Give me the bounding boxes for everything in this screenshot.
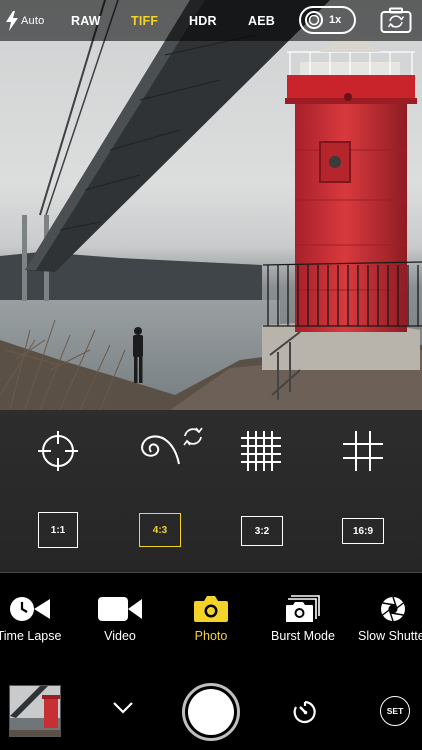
dense-grid-icon[interactable] [240, 430, 282, 472]
timer-icon[interactable] [292, 699, 318, 725]
ratio-16-9-button[interactable]: 16:9 [342, 518, 384, 544]
tiff-format-button[interactable]: TIFF [131, 0, 158, 41]
camera-flip-icon [380, 7, 412, 33]
raw-format-button[interactable]: RAW [71, 0, 101, 41]
mode-label: Slow Shutte [358, 629, 422, 643]
mode-burst[interactable]: Burst Mode [268, 573, 338, 663]
bottom-bar: SET [0, 663, 422, 750]
mode-label: Time Lapse [0, 629, 62, 643]
photo-camera-icon [194, 596, 228, 622]
zoom-label: 1x [329, 14, 342, 26]
mode-label: Burst Mode [271, 629, 335, 643]
mode-label: Photo [194, 629, 228, 643]
mode-photo[interactable]: Photo [180, 573, 242, 663]
burst-mode-icon [286, 595, 320, 622]
chevron-down-icon[interactable] [112, 701, 134, 715]
viewfinder-scene [0, 0, 422, 410]
time-lapse-icon [10, 597, 50, 621]
focus-reticle-icon[interactable] [37, 430, 79, 472]
camera-flip-button[interactable] [380, 7, 412, 34]
thumbnail-image [10, 686, 60, 736]
aeb-button[interactable]: AEB [248, 0, 275, 41]
mode-time-lapse[interactable]: Time Lapse [0, 573, 62, 663]
settings-button[interactable]: SET [380, 696, 410, 726]
aperture-icon [381, 596, 405, 622]
hdr-button[interactable]: HDR [189, 0, 217, 41]
top-toolbar: Auto RAW TIFF HDR AEB 1x [0, 0, 422, 41]
capture-mode-strip: Time Lapse Video Photo Burst Mode Slow S… [0, 573, 422, 663]
mode-video[interactable]: Video [90, 573, 150, 663]
lens-zoom-toggle[interactable]: 1x [299, 6, 356, 34]
spiral-rotate-icon[interactable] [137, 422, 205, 470]
lens-icon [305, 11, 323, 29]
shutter-inner [188, 689, 234, 735]
viewfinder[interactable] [0, 0, 422, 410]
flash-bolt-icon [6, 10, 18, 31]
mode-slow-shutter[interactable]: Slow Shutte [358, 573, 422, 663]
ratio-1-1-button[interactable]: 1:1 [38, 512, 78, 548]
last-photo-thumbnail[interactable] [9, 685, 61, 737]
ratio-4-3-button[interactable]: 4:3 [139, 513, 181, 547]
rule-of-thirds-grid-icon[interactable] [342, 430, 384, 472]
shutter-button[interactable] [182, 683, 240, 741]
flash-mode-label: Auto [21, 14, 45, 27]
ratio-3-2-button[interactable]: 3:2 [241, 516, 283, 546]
video-camera-icon [98, 597, 142, 621]
flash-button[interactable]: Auto [6, 0, 44, 41]
mode-label: Video [104, 629, 136, 643]
